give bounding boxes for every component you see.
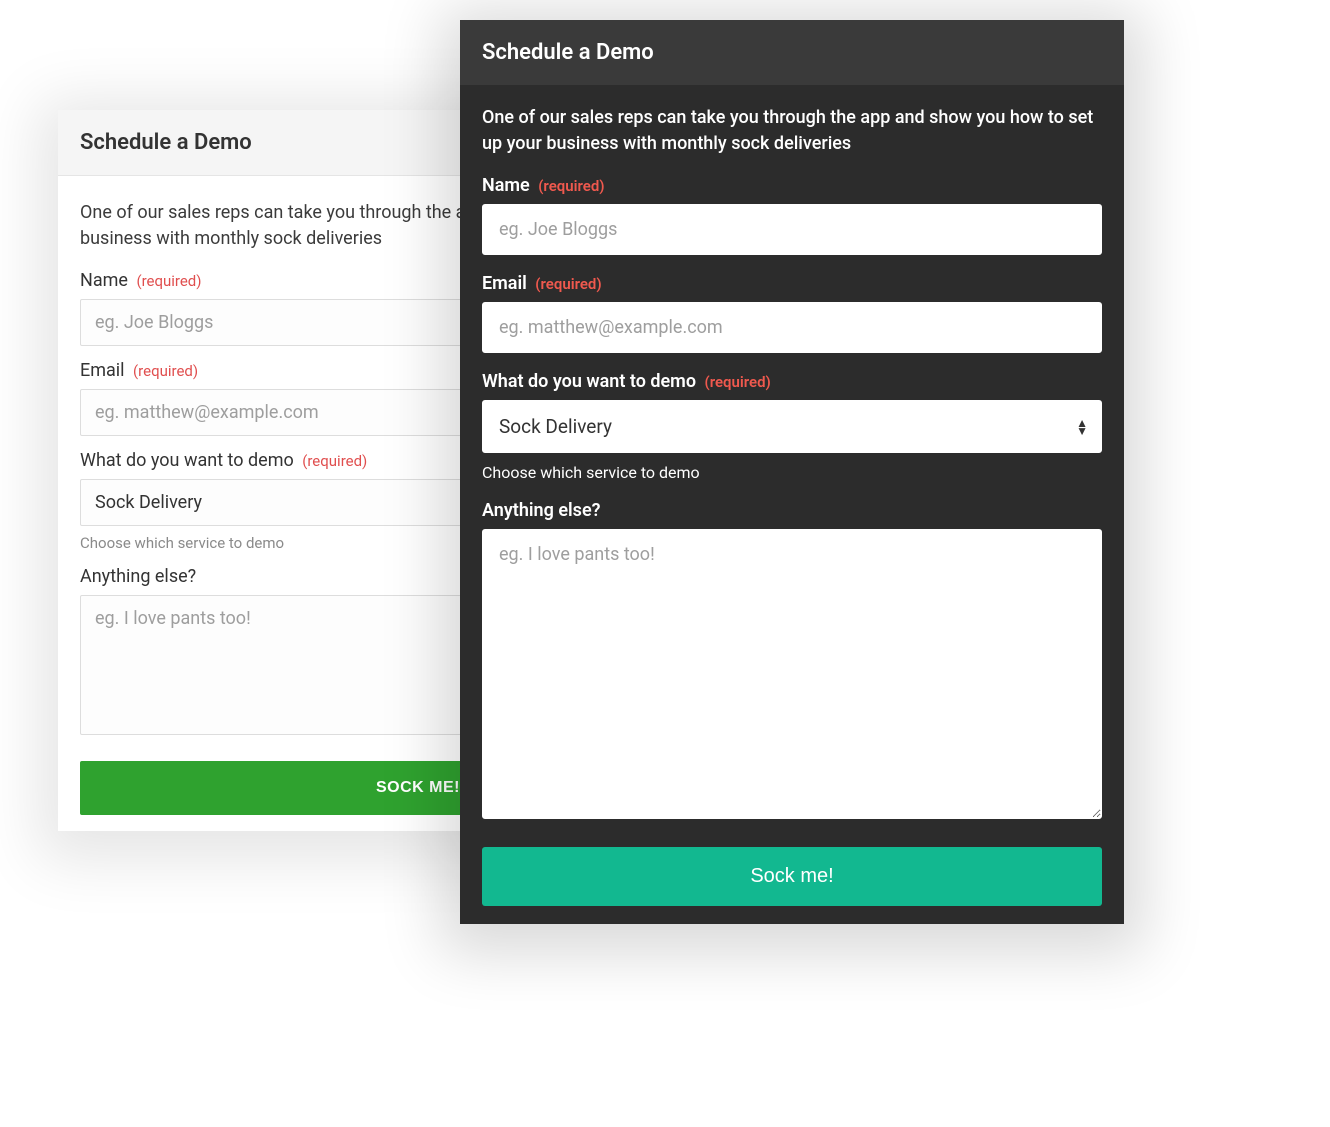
demo-help-text: Choose which service to demo bbox=[482, 463, 1102, 482]
required-tag: (required) bbox=[705, 373, 771, 391]
demo-select[interactable]: Sock Delivery bbox=[482, 400, 1102, 453]
else-textarea[interactable] bbox=[482, 529, 1102, 819]
name-label: Name (required) bbox=[482, 175, 1102, 196]
name-field: Name (required) bbox=[482, 175, 1102, 255]
required-tag: (required) bbox=[133, 362, 198, 380]
email-input[interactable] bbox=[482, 302, 1102, 353]
else-label: Anything else? bbox=[482, 500, 1102, 521]
else-field: Anything else? bbox=[482, 500, 1102, 823]
required-tag: (required) bbox=[302, 452, 367, 470]
demo-field: What do you want to demo (required) Sock… bbox=[482, 371, 1102, 482]
demo-label-text: What do you want to demo bbox=[482, 371, 696, 392]
submit-button[interactable]: Sock me! bbox=[482, 847, 1102, 906]
email-label-text: Email bbox=[80, 360, 125, 381]
name-label-text: Name bbox=[80, 270, 128, 291]
email-label-text: Email bbox=[482, 273, 527, 294]
demo-label-text: What do you want to demo bbox=[80, 450, 294, 471]
required-tag: (required) bbox=[136, 272, 201, 290]
email-label: Email (required) bbox=[482, 273, 1102, 294]
demo-select-wrap: Sock Delivery ▲▼ bbox=[482, 400, 1102, 453]
email-field: Email (required) bbox=[482, 273, 1102, 353]
required-tag: (required) bbox=[538, 177, 604, 195]
required-tag: (required) bbox=[535, 275, 601, 293]
intro-text: One of our sales reps can take you throu… bbox=[482, 105, 1102, 157]
panel-body: One of our sales reps can take you throu… bbox=[460, 85, 1124, 924]
name-label-text: Name bbox=[482, 175, 530, 196]
demo-form-dark: Schedule a Demo One of our sales reps ca… bbox=[460, 20, 1124, 924]
demo-label: What do you want to demo (required) bbox=[482, 371, 1102, 392]
name-input[interactable] bbox=[482, 204, 1102, 255]
panel-title: Schedule a Demo bbox=[460, 20, 1124, 85]
